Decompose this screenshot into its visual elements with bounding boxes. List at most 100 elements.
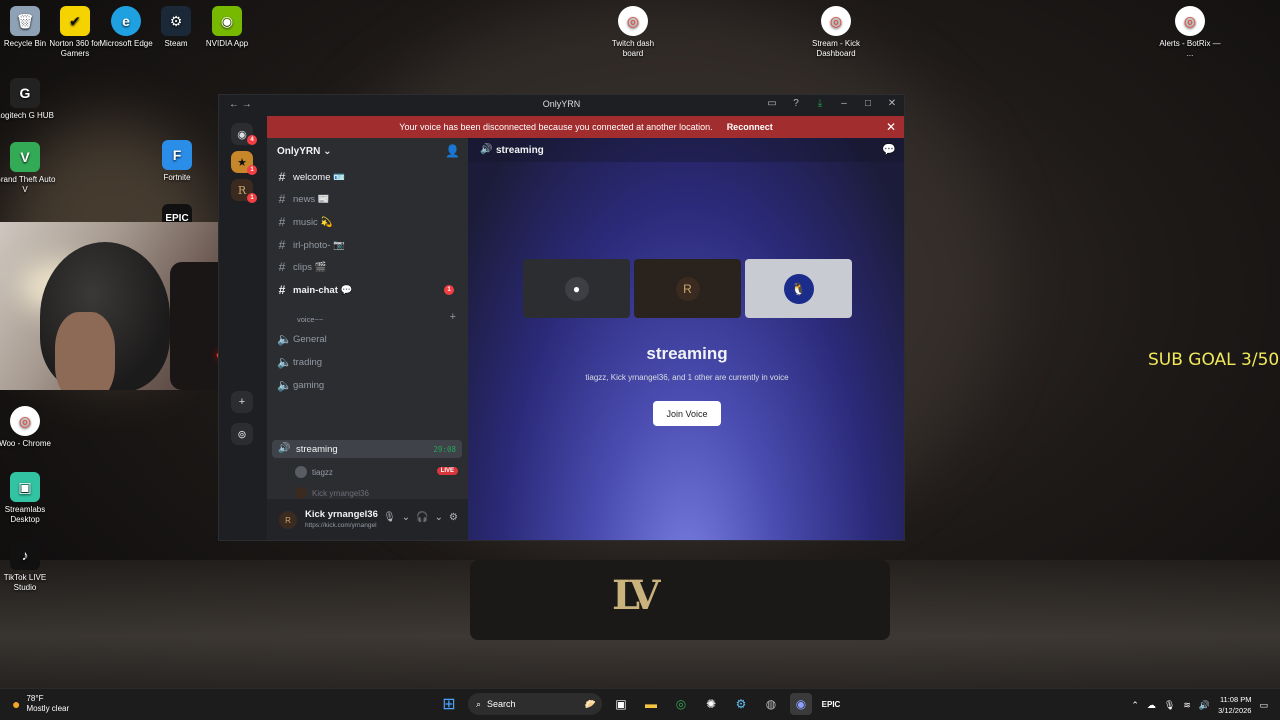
server-name[interactable]: OnlyYRN ⌄ bbox=[277, 146, 332, 157]
add-channel-icon[interactable]: + bbox=[450, 311, 456, 323]
avatar: R bbox=[675, 276, 700, 301]
clock[interactable]: 11:08 PM 3/12/2026 bbox=[1218, 694, 1251, 716]
channel-main-chat[interactable]: # main-chat 💬 bbox=[277, 281, 353, 299]
desktop-icon-twitch-dashboard[interactable]: ◎ Twitch dash board bbox=[601, 6, 665, 59]
minimize-icon[interactable]: – bbox=[838, 98, 850, 109]
steam-icon: ⚙ bbox=[161, 6, 191, 36]
chat-bubble-icon[interactable]: 💬 bbox=[882, 143, 896, 156]
chrome-icon: ◎ bbox=[821, 6, 851, 36]
volume-icon[interactable]: 🔊 bbox=[1199, 700, 1210, 711]
search-highlight-icon: 🥟 bbox=[584, 698, 596, 709]
title-bar: ← → OnlyYRN ▭ ? ⤓ – □ ✕ bbox=[219, 95, 904, 115]
voice-channel-general[interactable]: 🔈 General bbox=[277, 330, 327, 348]
participant-tile[interactable]: ● bbox=[523, 259, 630, 318]
chrome-icon: ◎ bbox=[1175, 6, 1205, 36]
join-voice-button[interactable]: Join Voice bbox=[653, 401, 721, 426]
logitech-icon: G bbox=[10, 78, 40, 108]
task-view-icon[interactable]: ▣ bbox=[610, 693, 632, 715]
microphone-icon[interactable]: 🎙 bbox=[1164, 700, 1175, 711]
voice-user[interactable]: tiagzz bbox=[295, 464, 333, 480]
home-badge: 4 bbox=[247, 135, 257, 145]
chevron-up-icon[interactable]: ⌃ bbox=[1131, 700, 1139, 711]
taskbar-search[interactable]: ⌕ Search 🥟 bbox=[468, 693, 602, 715]
channel-news[interactable]: # news 📰 bbox=[277, 190, 330, 208]
discover-icon[interactable]: ⊚ bbox=[231, 423, 253, 445]
add-server-icon[interactable]: + bbox=[231, 391, 253, 413]
desktop-icon-nvidia[interactable]: ◉ NVIDIA App bbox=[195, 6, 259, 49]
headphones-icon[interactable]: 🎧 bbox=[416, 512, 428, 523]
chevron-down-icon[interactable]: ⌄ bbox=[435, 512, 443, 523]
user-name: Kick yrnangel36 bbox=[305, 509, 378, 520]
start-icon[interactable]: ⊞ bbox=[438, 693, 460, 715]
speaker-icon: 🔈 bbox=[277, 378, 292, 392]
server-badge-1: 1 bbox=[247, 165, 257, 175]
notification-icon[interactable]: ▭ bbox=[1259, 700, 1268, 711]
channel-list: OnlyYRN ⌄ 👤 # welcome 🪪 # news 📰 # music 💫 … bbox=[267, 138, 468, 540]
channel-music[interactable]: # music 💫 bbox=[277, 213, 333, 231]
desktop-icon-logitech[interactable]: G Logitech G HUB bbox=[0, 78, 57, 121]
hash-icon: # bbox=[278, 283, 286, 297]
avatar[interactable]: R bbox=[279, 511, 297, 529]
voice-category[interactable]: voice~~ bbox=[297, 315, 323, 324]
inbox-icon[interactable]: ▭ bbox=[766, 98, 778, 109]
desktop-icon-gta[interactable]: V Grand Theft Auto V bbox=[0, 142, 57, 195]
recycle-bin-icon: 🗑 bbox=[10, 6, 40, 36]
channel-welcome[interactable]: # welcome 🪪 bbox=[277, 168, 345, 186]
user-status: https://kick.com/yrnangel bbox=[305, 522, 377, 529]
voice-channel-gaming[interactable]: 🔈 gaming bbox=[277, 376, 324, 394]
participant-tile[interactable]: 🐧 bbox=[745, 259, 852, 318]
steam-icon[interactable]: ⚙ bbox=[730, 693, 752, 715]
disconnect-banner: Your voice has been disconnected because… bbox=[267, 116, 904, 138]
system-tray: ⌃ ☁ 🎙 ≋ 🔊 11:08 PM 3/12/2026 ▭ bbox=[1131, 694, 1268, 716]
microphone-icon[interactable]: 🎙 bbox=[383, 512, 396, 523]
gta-icon: V bbox=[10, 142, 40, 172]
speaker-icon: 🔈 bbox=[277, 355, 292, 369]
live-badge: LIVE bbox=[436, 467, 458, 475]
desktop-icon-streamlabs[interactable]: ▣ Streamlabs Desktop bbox=[0, 472, 57, 525]
user-controls: 🎙 ⌄ 🎧 ⌄ ⚙ bbox=[383, 512, 458, 523]
reconnect-button[interactable]: Reconnect bbox=[727, 122, 773, 132]
channel-header: 🔊 streaming 💬 bbox=[468, 138, 904, 162]
file-explorer-icon[interactable]: ▬ bbox=[640, 693, 662, 715]
hash-icon: # bbox=[278, 260, 286, 274]
speaker-icon: 🔊 bbox=[480, 144, 493, 155]
chevron-down-icon[interactable]: ⌄ bbox=[402, 512, 410, 523]
server-list: ◉ 4 ★ 1 R 1 + ⊚ bbox=[219, 115, 267, 540]
back-arrow-icon[interactable]: ← → bbox=[229, 99, 252, 110]
norton-icon: ✔ bbox=[60, 6, 90, 36]
gear-icon[interactable]: ⚙ bbox=[449, 512, 458, 523]
discord-icon[interactable]: ◉ bbox=[790, 693, 812, 715]
desktop-icon-alerts-botrix[interactable]: ◎ Alerts - BotRix — ... bbox=[1158, 6, 1222, 59]
invite-icon[interactable]: 👤 bbox=[445, 144, 460, 158]
voice-channel-streaming[interactable]: 🔊 streaming 29:08 bbox=[272, 440, 462, 458]
desktop-icon-woo-chrome[interactable]: ◎ Woo - Chrome bbox=[0, 406, 57, 449]
cloud-icon[interactable]: ☁ bbox=[1147, 700, 1156, 711]
voice-channel-view: 🔊 streaming 💬 ● R 🐧 streaming tiagzz, Ki… bbox=[468, 138, 904, 540]
epic-games-icon[interactable]: EPIC bbox=[820, 693, 842, 715]
desktop-icon-kick-dashboard[interactable]: ◎ Stream - Kick Dashboard bbox=[804, 6, 868, 59]
background-belt bbox=[470, 560, 890, 640]
banner-close-icon[interactable]: ✕ bbox=[886, 120, 896, 134]
voice-channel-trading[interactable]: 🔈 trading bbox=[277, 353, 322, 371]
voice-heading: streaming bbox=[646, 344, 728, 363]
chatgpt-icon[interactable]: ✺ bbox=[700, 693, 722, 715]
desktop-icon-tiktok[interactable]: ♪ TikTok LIVE Studio bbox=[0, 540, 57, 593]
help-icon[interactable]: ? bbox=[790, 98, 802, 109]
wifi-icon[interactable]: ≋ bbox=[1183, 700, 1191, 711]
weather-widget[interactable]: ● 78°F Mostly clear bbox=[12, 694, 69, 714]
participant-tile[interactable]: R bbox=[634, 259, 741, 318]
channel-clips[interactable]: # clips 🎬 bbox=[277, 258, 327, 276]
edge-icon: e bbox=[111, 6, 141, 36]
hash-icon: # bbox=[278, 238, 286, 252]
taskbar: ● 78°F Mostly clear ⊞ ⌕ Search 🥟 ▣ ▬ ◎ ✺… bbox=[0, 688, 1280, 720]
obs-icon[interactable]: ◍ bbox=[760, 693, 782, 715]
maximize-icon[interactable]: □ bbox=[862, 98, 874, 109]
desktop-icon-fortnite[interactable]: F Fortnite bbox=[145, 140, 209, 183]
close-icon[interactable]: ✕ bbox=[886, 98, 898, 109]
chrome-icon[interactable]: ◎ bbox=[670, 693, 692, 715]
download-icon[interactable]: ⤓ bbox=[814, 98, 826, 109]
channel-irl-photo[interactable]: # irl-photo- 📷 bbox=[277, 236, 345, 254]
voice-subtext: tiagzz, Kick yrnangel36, and 1 other are… bbox=[585, 373, 789, 382]
hash-icon: # bbox=[278, 192, 286, 206]
unread-badge: 1 bbox=[444, 285, 454, 295]
